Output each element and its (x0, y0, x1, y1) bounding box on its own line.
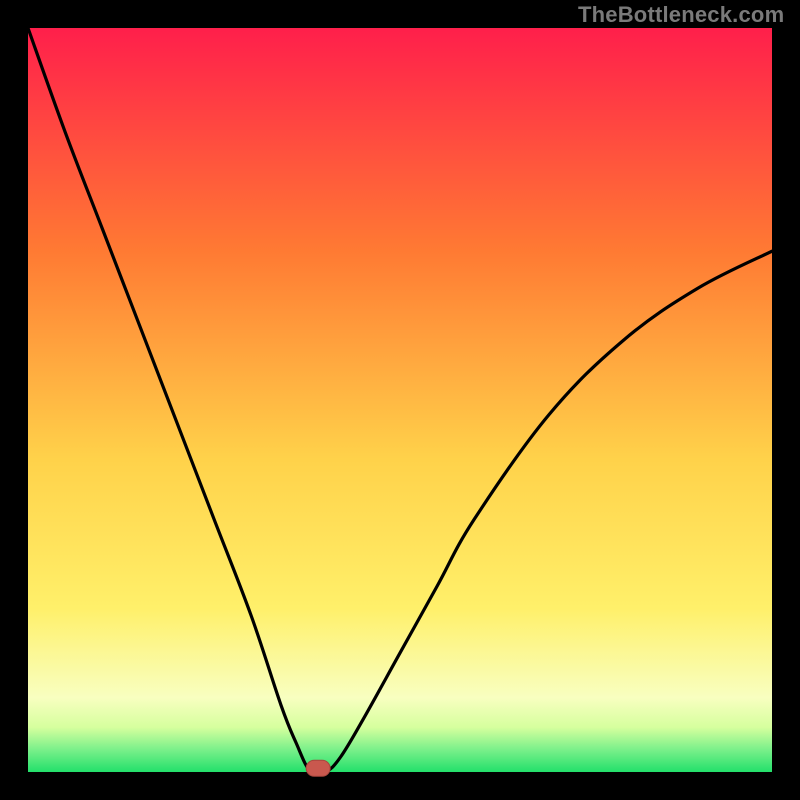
plot-background-gradient (28, 28, 772, 772)
bottleneck-chart (0, 0, 800, 800)
optimal-point-marker (306, 760, 330, 776)
watermark: TheBottleneck.com (578, 2, 784, 28)
